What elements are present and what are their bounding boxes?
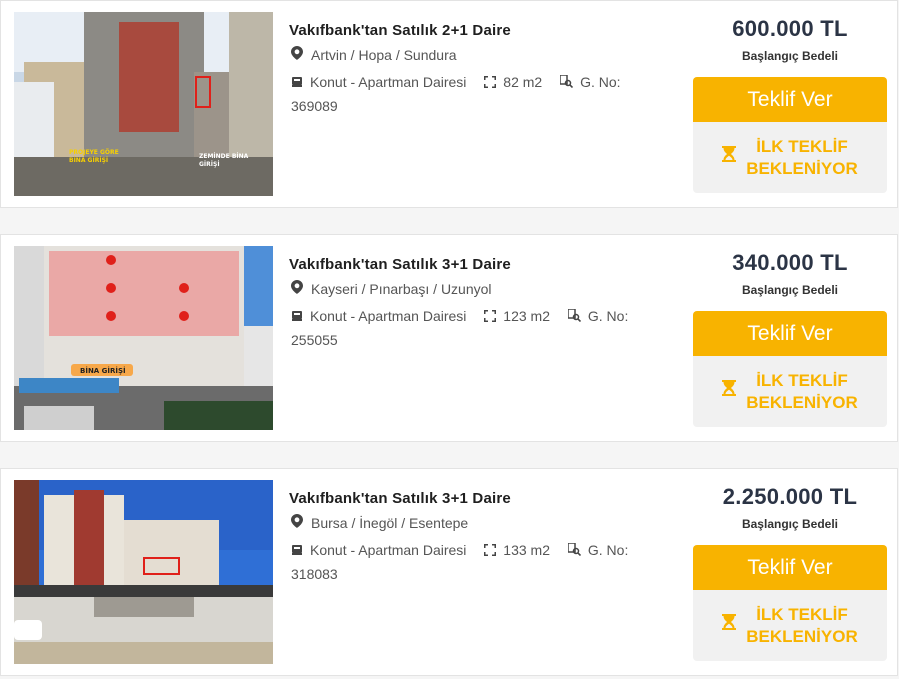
area-expand-icon: [484, 540, 497, 563]
price-label: Başlangıç Bedeli: [741, 517, 839, 531]
svg-text:BİNA GİRİŞİ: BİNA GİRİŞİ: [80, 366, 126, 375]
listing-no-label: G. No:: [580, 74, 621, 90]
awaiting-first-bid-button[interactable]: İLK TEKLİF BEKLENİYOR: [693, 122, 887, 193]
wait-line-1: İLK TEKLİF: [756, 604, 848, 624]
listing-price: 340.000 TL: [732, 250, 848, 275]
listing-photo[interactable]: [14, 480, 273, 664]
listing-no-label: G. No:: [587, 308, 629, 324]
listing-meta: Konut - Apartman Dairesi 82 m2 G. No: 36…: [291, 71, 671, 118]
search-doc-icon: [567, 306, 581, 329]
listing-location: Bursa / İnegöl / Esentepe: [291, 514, 468, 531]
property-type: Konut - Apartman Dairesi: [310, 542, 467, 558]
property-type: Konut - Apartman Dairesi: [310, 74, 467, 90]
listing-photo[interactable]: BİNA GİRİŞİ: [14, 246, 273, 430]
listing-location: Artvin / Hopa / Sundura: [291, 46, 457, 63]
wait-line-1: İLK TEKLİF: [756, 370, 848, 390]
listing-no-value: 318083: [291, 565, 338, 582]
listing-price: 2.250.000 TL: [722, 484, 858, 509]
wait-line-1: İLK TEKLİF: [756, 136, 848, 156]
svg-text:PROJEYE GÖRE: PROJEYE GÖRE: [69, 149, 119, 156]
awaiting-first-bid-button[interactable]: İLK TEKLİF BEKLENİYOR: [693, 356, 887, 427]
wait-line-2: BEKLENİYOR: [746, 626, 858, 646]
awaiting-first-bid-button[interactable]: İLK TEKLİF BEKLENİYOR: [693, 590, 887, 661]
area-expand-icon: [484, 306, 497, 329]
listing-card[interactable]: Vakıfbank'tan Satılık 3+1 Daire Bursa / …: [0, 468, 898, 676]
listing-price: 600.000 TL: [732, 16, 848, 41]
hourglass-icon: [722, 145, 737, 170]
listing-card[interactable]: PROJEYE GÖRE BİNA GİRİŞİ ZEMİNDE BİNA Gİ…: [0, 0, 898, 208]
svg-text:BİNA GİRİŞİ: BİNA GİRİŞİ: [69, 157, 108, 164]
listing-card[interactable]: BİNA GİRİŞİ Vakıfbank'tan Satılık 3+1 Da…: [0, 234, 898, 442]
location-text: Kayseri / Pınarbaşı / Uzunyol: [311, 280, 492, 297]
building-icon: [291, 540, 303, 563]
listing-no-label: G. No:: [587, 542, 629, 558]
listing-no-value: 369089: [291, 97, 338, 114]
listing-title[interactable]: Vakıfbank'tan Satılık 2+1 Daire: [289, 22, 511, 39]
price-label: Başlangıç Bedeli: [741, 49, 839, 63]
wait-line-2: BEKLENİYOR: [746, 392, 858, 412]
wait-line-2: BEKLENİYOR: [746, 158, 858, 178]
area-expand-icon: [484, 72, 497, 95]
map-pin-icon: [291, 514, 303, 531]
listing-location: Kayseri / Pınarbaşı / Uzunyol: [291, 280, 492, 297]
listing-title[interactable]: Vakıfbank'tan Satılık 3+1 Daire: [289, 256, 511, 273]
hourglass-icon: [722, 379, 737, 404]
property-area: 82 m2: [503, 74, 543, 90]
property-area: 133 m2: [503, 542, 550, 558]
search-doc-icon: [559, 72, 574, 95]
listing-no-value: 255055: [291, 331, 338, 348]
building-icon: [291, 72, 303, 95]
building-icon: [291, 306, 303, 329]
map-pin-icon: [291, 280, 303, 297]
price-label: Başlangıç Bedeli: [741, 283, 839, 297]
bid-button[interactable]: Teklif Ver: [693, 545, 887, 590]
map-pin-icon: [291, 46, 303, 63]
property-area: 123 m2: [503, 308, 550, 324]
bid-button[interactable]: Teklif Ver: [693, 311, 887, 356]
bid-button[interactable]: Teklif Ver: [693, 77, 887, 122]
location-text: Bursa / İnegöl / Esentepe: [311, 514, 469, 531]
search-doc-icon: [567, 540, 581, 563]
svg-text:ZEMİNDE BİNA: ZEMİNDE BİNA: [199, 153, 249, 160]
listing-photo[interactable]: PROJEYE GÖRE BİNA GİRİŞİ ZEMİNDE BİNA Gİ…: [14, 12, 273, 196]
location-text: Artvin / Hopa / Sundura: [311, 46, 457, 63]
property-type: Konut - Apartman Dairesi: [310, 308, 467, 324]
svg-text:GİRİŞİ: GİRİŞİ: [199, 161, 220, 168]
listing-title[interactable]: Vakıfbank'tan Satılık 3+1 Daire: [289, 490, 511, 507]
listing-meta: Konut - Apartman Dairesi 123 m2 G. No: 2…: [291, 305, 671, 352]
listing-meta: Konut - Apartman Dairesi 133 m2 G. No: 3…: [291, 539, 671, 586]
hourglass-icon: [722, 613, 737, 638]
